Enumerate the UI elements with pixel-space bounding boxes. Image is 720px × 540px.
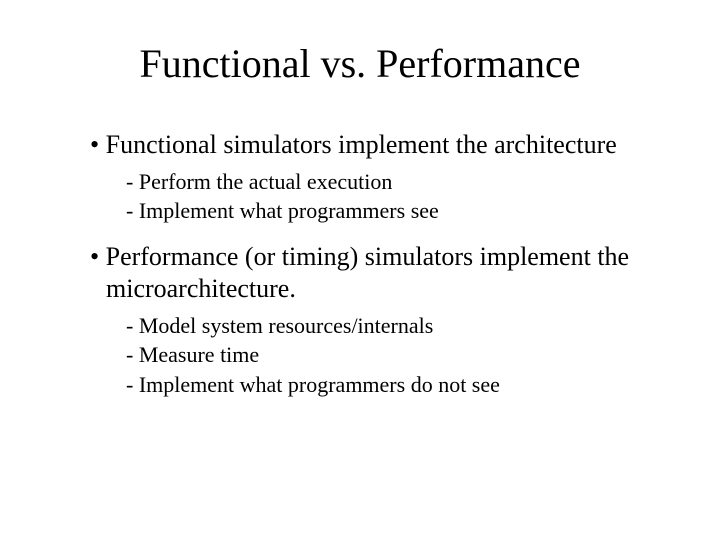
slide-body: • Functional simulators implement the ar… [0, 129, 720, 398]
bullet-text: Functional simulators implement the arch… [106, 130, 617, 159]
bullet-l2: - Implement what programmers see [126, 197, 660, 225]
bullet-text: Performance (or timing) simulators imple… [106, 242, 629, 304]
subbullet-text: Perform the actual execution [139, 169, 393, 194]
subbullet-text: Model system resources/internals [139, 313, 434, 338]
bullet-l2: - Perform the actual execution [126, 168, 660, 196]
bullet-l2: - Implement what programmers do not see [126, 371, 660, 399]
bullet-group: • Performance (or timing) simulators imp… [90, 241, 660, 399]
subbullet-text: Implement what programmers do not see [139, 372, 500, 397]
bullet-l1: • Functional simulators implement the ar… [90, 129, 660, 162]
bullet-l2: - Model system resources/internals [126, 312, 660, 340]
slide-title: Functional vs. Performance [0, 0, 720, 117]
bullet-l2: - Measure time [126, 341, 660, 369]
bullet-group: • Functional simulators implement the ar… [90, 129, 660, 225]
bullet-l1: • Performance (or timing) simulators imp… [90, 241, 660, 306]
subbullet-text: Implement what programmers see [139, 198, 439, 223]
subbullet-text: Measure time [139, 342, 259, 367]
slide: Functional vs. Performance • Functional … [0, 0, 720, 540]
